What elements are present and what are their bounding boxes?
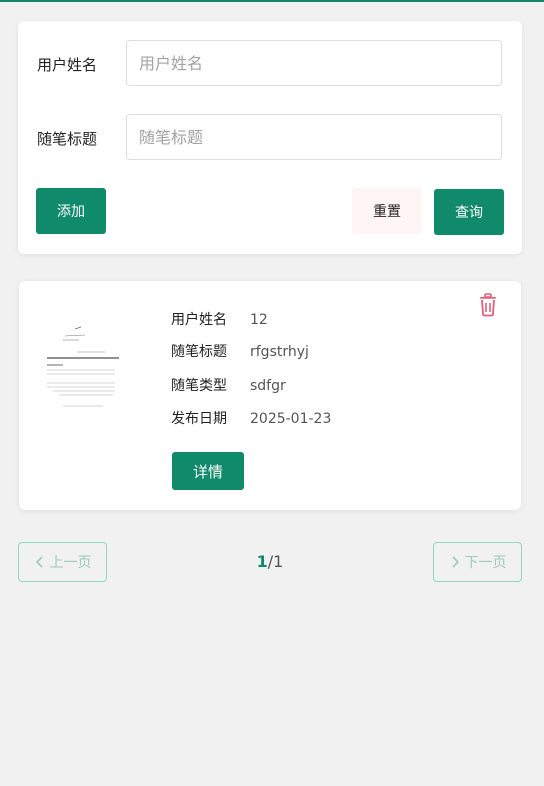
total-pages: 1: [273, 552, 284, 571]
item-field-value: rfgstrhyj: [250, 344, 309, 360]
item-field-label: 用户姓名: [171, 312, 227, 328]
add-button[interactable]: 添加: [36, 188, 106, 234]
reset-button[interactable]: 重置: [352, 188, 422, 234]
username-input[interactable]: [126, 40, 502, 86]
title-label: 随笔标题: [37, 130, 98, 148]
trash-icon[interactable]: [477, 293, 499, 317]
item-field-value: sdfgr: [250, 378, 286, 394]
item-field-title: 随笔标题 rfgstrhyj: [171, 341, 309, 361]
top-accent-line: [0, 0, 544, 2]
next-page-button[interactable]: 下一页: [433, 542, 522, 582]
page-indicator: 1/1: [240, 552, 300, 571]
title-input[interactable]: [126, 114, 502, 160]
item-field-value: 12: [250, 312, 268, 328]
username-label: 用户姓名: [37, 56, 98, 74]
chevron-left-icon: [35, 556, 43, 568]
next-page-label: 下一页: [464, 555, 507, 571]
item-field-label: 发布日期: [171, 411, 227, 427]
item-field-label: 随笔类型: [171, 378, 227, 394]
username-row: 用户姓名: [18, 40, 522, 88]
prev-page-button[interactable]: 上一页: [18, 542, 107, 582]
chevron-right-icon: [451, 556, 459, 568]
search-card: 用户姓名 随笔标题 添加 重置 查询: [18, 21, 522, 254]
item-field-type: 随笔类型 sdfgr: [171, 375, 286, 395]
item-field-label: 随笔标题: [171, 344, 227, 360]
item-field-value: 2025-01-23: [250, 411, 332, 427]
prev-page-label: 上一页: [49, 555, 92, 571]
current-page: 1: [256, 552, 268, 571]
document-thumbnail: [41, 319, 121, 429]
item-field-date: 发布日期 2025-01-23: [171, 408, 331, 428]
query-button[interactable]: 查询: [434, 189, 504, 235]
title-row: 随笔标题: [18, 114, 522, 162]
document-thumbnail-image: [41, 319, 121, 429]
item-field-username: 用户姓名 12: [171, 309, 268, 329]
detail-button[interactable]: 详情: [172, 452, 244, 490]
essay-card: 用户姓名 12 随笔标题 rfgstrhyj 随笔类型 sdfgr 发布日期 2025-…: [19, 281, 521, 510]
